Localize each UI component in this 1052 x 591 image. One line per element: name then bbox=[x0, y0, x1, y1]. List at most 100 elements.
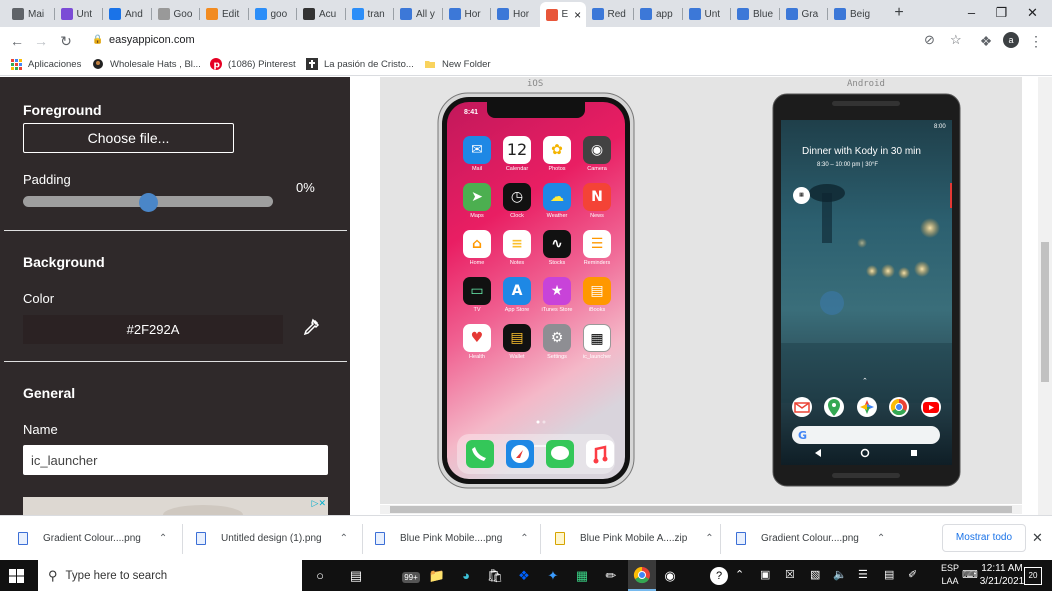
choose-file-button[interactable]: Choose file... bbox=[23, 123, 234, 153]
download-filename: Blue Pink Mobile....png bbox=[400, 533, 503, 544]
cortana-icon[interactable]: ○ bbox=[310, 566, 330, 586]
system-clock[interactable]: 12:11 AM 3/21/2021 bbox=[979, 562, 1025, 588]
dropbox-icon[interactable]: ❖ bbox=[514, 566, 534, 586]
download-item[interactable]: Blue Pink Mobile....png ⌃ bbox=[375, 516, 529, 561]
wifi-icon[interactable]: ☰ bbox=[858, 568, 868, 581]
show-all-downloads-button[interactable]: Mostrar todo bbox=[942, 524, 1026, 552]
store-icon[interactable]: 🛍 bbox=[485, 566, 505, 586]
chevron-up-icon[interactable]: ⌃ bbox=[877, 533, 885, 544]
notification-center-icon[interactable]: 20 bbox=[1024, 567, 1042, 585]
close-icon[interactable]: ✕ bbox=[1032, 530, 1043, 546]
download-filename: Untitled design (1).png bbox=[221, 533, 322, 544]
browser-tab[interactable]: Acu bbox=[297, 3, 346, 25]
visual-studio-icon[interactable]: ✦ bbox=[543, 566, 563, 586]
windows-taskbar: ⚲ Type here to search ○ ▤ 99+ 📁 ◕ 🛍 ❖ ✦ … bbox=[0, 560, 1052, 591]
name-input[interactable]: ic_launcher bbox=[23, 445, 328, 475]
vertical-scrollbar[interactable] bbox=[1038, 77, 1052, 515]
browser-tab[interactable]: Unt bbox=[683, 3, 732, 25]
browser-tab[interactable]: app bbox=[634, 3, 683, 25]
close-window-button[interactable]: ✕ bbox=[1016, 0, 1049, 27]
chevron-up-icon[interactable]: ⌃ bbox=[735, 568, 744, 581]
new-tab-button[interactable]: + bbox=[889, 3, 909, 23]
browser-tab[interactable]: tran bbox=[346, 3, 395, 25]
reload-button[interactable]: ↻ bbox=[56, 31, 76, 51]
bookmark-la-pasion[interactable]: La pasión de Cristo... bbox=[306, 58, 414, 70]
task-view-icon[interactable]: ▤ bbox=[346, 566, 366, 586]
browser-tab[interactable]: Beig bbox=[828, 3, 877, 25]
browser-tab[interactable]: E × bbox=[539, 2, 586, 27]
browser-tab[interactable]: goo bbox=[249, 3, 298, 25]
address-bar[interactable]: 🔒 easyappicon.com ⊘ ☆ bbox=[84, 30, 972, 52]
minimize-button[interactable]: – bbox=[955, 0, 988, 27]
chevron-up-icon[interactable]: ⌃ bbox=[159, 533, 167, 544]
ad-close-icon[interactable]: ▷✕ bbox=[302, 498, 326, 512]
foreground-heading: Foreground bbox=[23, 102, 102, 118]
padding-slider-knob[interactable] bbox=[138, 193, 158, 212]
tracking-blocked-icon[interactable]: ⊘ bbox=[924, 32, 935, 48]
chevron-up-icon[interactable]: ⌃ bbox=[520, 533, 528, 544]
bookmark-wholesale-hats[interactable]: Wholesale Hats , Bl... bbox=[92, 58, 201, 70]
eyedropper-icon[interactable] bbox=[300, 318, 320, 338]
divider bbox=[4, 361, 347, 362]
bookmark-star-icon[interactable]: ☆ bbox=[950, 32, 962, 48]
browser-tab[interactable]: Goo bbox=[152, 3, 201, 25]
mail-badge-icon[interactable]: 99+ bbox=[398, 566, 424, 586]
browser-tab[interactable]: All y bbox=[394, 3, 443, 25]
chevron-up-icon[interactable]: ⌃ bbox=[705, 533, 713, 544]
tray-security-icon[interactable]: ☒ bbox=[785, 568, 795, 581]
image-file-icon bbox=[375, 532, 385, 545]
browser-tab[interactable]: Edit bbox=[200, 3, 249, 25]
back-button[interactable]: ← bbox=[7, 31, 27, 51]
help-icon[interactable]: ? bbox=[710, 567, 728, 585]
download-item[interactable]: Gradient Colour....png ⌃ bbox=[18, 516, 167, 561]
tab-close-icon[interactable]: × bbox=[574, 8, 581, 22]
browser-tab[interactable]: Mai bbox=[6, 3, 55, 25]
bookmark-new-folder[interactable]: New Folder bbox=[424, 58, 491, 70]
volume-icon[interactable]: 🔈 bbox=[833, 568, 847, 581]
chevron-up-icon[interactable]: ⌃ bbox=[340, 533, 348, 544]
taskbar-search-box[interactable]: ⚲ Type here to search bbox=[38, 560, 302, 591]
address-url[interactable]: easyappicon.com bbox=[109, 34, 195, 46]
browser-tab[interactable]: And bbox=[103, 3, 152, 25]
tray-app-icon[interactable]: ▣ bbox=[760, 568, 770, 581]
file-explorer-icon[interactable]: 📁 bbox=[427, 566, 447, 586]
bookmark-apps[interactable]: Aplicaciones bbox=[10, 58, 81, 70]
download-item[interactable]: Gradient Colour....png ⌃ bbox=[736, 516, 885, 561]
extensions-icon[interactable]: ❖ bbox=[976, 31, 996, 51]
chrome-alt-icon[interactable]: ◉ bbox=[660, 566, 680, 586]
network-icon[interactable]: ▤ bbox=[884, 568, 894, 581]
browser-tab[interactable]: Unt bbox=[55, 3, 104, 25]
pen-icon[interactable]: ✏ bbox=[601, 566, 621, 586]
forward-button[interactable]: → bbox=[31, 31, 51, 51]
pen-workspace-icon[interactable]: ✐ bbox=[908, 568, 917, 581]
tray-screenshot-icon[interactable]: ▧ bbox=[810, 568, 820, 581]
scrollbar-thumb[interactable] bbox=[390, 506, 1012, 513]
browser-tab[interactable]: Hor bbox=[443, 3, 492, 25]
chrome-icon[interactable] bbox=[628, 560, 656, 591]
bookmark-pinterest[interactable]: p (1086) Pinterest bbox=[210, 58, 296, 70]
restore-button[interactable]: ❐ bbox=[985, 0, 1018, 27]
hat-icon bbox=[92, 58, 104, 70]
bookmarks-bar: Aplicaciones Wholesale Hats , Bl... p (1… bbox=[0, 54, 1052, 76]
language-indicator[interactable]: ESP LAA bbox=[938, 562, 962, 588]
edge-icon[interactable]: ◕ bbox=[456, 566, 476, 586]
menu-kebab-icon[interactable]: ⋮ bbox=[1026, 31, 1046, 51]
app-label: News bbox=[590, 213, 604, 219]
color-value-field[interactable]: #2F292A bbox=[23, 315, 283, 344]
download-item[interactable]: Untitled design (1).png ⌃ bbox=[196, 516, 348, 561]
browser-tab[interactable]: Hor bbox=[491, 3, 540, 25]
ad-banner[interactable]: ▷✕ bbox=[23, 497, 328, 515]
avatar[interactable]: a bbox=[1003, 32, 1019, 48]
ios-app-icon: ➤ Maps bbox=[457, 183, 497, 228]
ios-app-icon: ⚙ Settings bbox=[537, 324, 577, 369]
scrollbar-thumb[interactable] bbox=[1041, 242, 1049, 382]
spreadsheet-icon[interactable]: ▦ bbox=[572, 566, 592, 586]
windows-start-icon[interactable] bbox=[9, 569, 24, 583]
keyboard-icon[interactable]: ⌨ bbox=[962, 568, 978, 581]
browser-tab[interactable]: Gra bbox=[780, 3, 829, 25]
app-tile: ▭ bbox=[463, 277, 491, 305]
browser-tab[interactable]: Red bbox=[586, 3, 635, 25]
horizontal-scrollbar[interactable] bbox=[380, 505, 1022, 514]
download-item[interactable]: Blue Pink Mobile A....zip ⌃ bbox=[555, 516, 714, 561]
browser-tab[interactable]: Blue bbox=[731, 3, 780, 25]
